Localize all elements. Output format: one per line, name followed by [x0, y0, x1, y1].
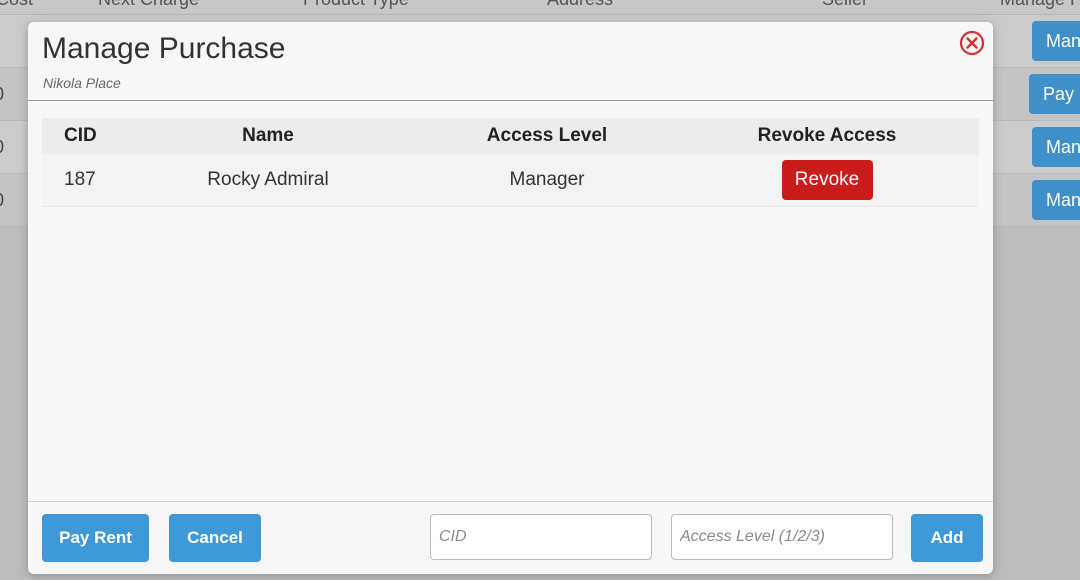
cell-cid: 187 — [64, 169, 96, 190]
bg-pay-rent-button[interactable]: Pay Rent — [1029, 74, 1080, 114]
table-row: 187 Rocky Admiral Manager Revoke — [42, 154, 979, 207]
column-header-revoke-access: Revoke Access — [757, 125, 897, 146]
bg-manage-button[interactable]: Manage — [1032, 21, 1080, 61]
cell-name: Rocky Admiral — [207, 169, 329, 190]
access-table: CID Name Access Level Revoke Access 187 … — [42, 118, 979, 207]
bg-manage-button[interactable]: Manage — [1032, 180, 1080, 220]
cancel-button[interactable]: Cancel — [169, 514, 261, 562]
bg-column-header: Product Type — [303, 0, 409, 10]
footer-divider — [28, 501, 993, 502]
cell-access-level: Manager — [509, 169, 585, 190]
bg-manage-button[interactable]: Manage — [1032, 127, 1080, 167]
bg-cell: 0 — [0, 84, 4, 105]
bg-cell: 0 — [0, 137, 4, 158]
column-header-cid: CID — [64, 125, 97, 146]
bg-column-header: Seller — [822, 0, 868, 10]
background-table-header: Cost Next Charge Product Type Address Se… — [0, 0, 1080, 15]
cell-revoke: Revoke — [732, 154, 922, 206]
column-header-name: Name — [242, 125, 294, 146]
table-header: CID Name Access Level Revoke Access — [42, 118, 979, 154]
column-header-access-level: Access Level — [486, 125, 608, 146]
cid-input[interactable] — [430, 514, 652, 560]
add-button[interactable]: Add — [911, 514, 983, 562]
bg-column-header: Manage Purchase — [1000, 0, 1080, 10]
bg-column-header: Address — [547, 0, 613, 10]
pay-rent-button[interactable]: Pay Rent — [42, 514, 149, 562]
close-icon[interactable] — [959, 30, 985, 56]
revoke-button[interactable]: Revoke — [781, 160, 873, 200]
modal-subtitle: Nikola Place — [43, 75, 121, 91]
header-divider — [28, 100, 993, 101]
bg-column-header: Cost — [0, 0, 33, 10]
bg-cell: 0 — [0, 190, 4, 211]
manage-purchase-modal: Manage Purchase Nikola Place CID Name Ac… — [28, 22, 993, 574]
bg-column-header: Next Charge — [98, 0, 199, 10]
modal-title: Manage Purchase — [42, 32, 286, 65]
access-level-input[interactable] — [671, 514, 893, 560]
